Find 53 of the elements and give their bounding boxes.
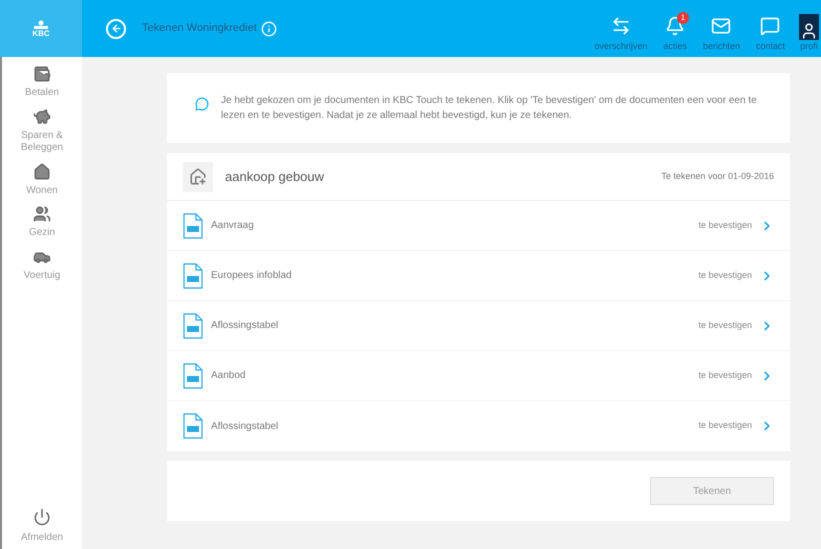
people-icon: [33, 205, 51, 223]
group-title: aankoop gebouw: [225, 168, 324, 186]
speech-bubbles-icon: [760, 16, 780, 36]
bell-icon: [665, 16, 686, 36]
house-badge-icon: [183, 162, 213, 192]
document-row[interactable]: Europees infoblad te bevestigen: [167, 251, 790, 301]
pdf-file-icon: [183, 362, 203, 388]
profile-button[interactable]: profi: [797, 14, 821, 53]
house-icon: [33, 162, 51, 180]
pdf-file-icon: [183, 312, 203, 338]
sidebar-item[interactable]: Voertuig: [7, 248, 77, 282]
info-icon[interactable]: [260, 20, 277, 36]
document-name: Aanbod: [211, 369, 246, 383]
page-title: Tekenen Woningkrediet: [142, 21, 257, 36]
document-name: Aflossingstabel: [211, 319, 278, 333]
back-button[interactable]: [106, 18, 126, 38]
arrows-icon: [610, 16, 631, 36]
sidebar-item[interactable]: Betalen: [7, 65, 77, 100]
nav-button[interactable]: overschrijven: [590, 16, 652, 53]
logo-text: KBC: [32, 30, 50, 38]
nav-button[interactable]: contact: [752, 16, 789, 53]
logout-button[interactable]: Afmelden: [20, 508, 64, 545]
speech-bubble-icon: [195, 97, 209, 111]
notification-badge: 1: [676, 12, 689, 24]
logo[interactable]: KBC: [0, 0, 82, 57]
envelope-icon: [711, 16, 732, 36]
document-name: Aflossingstabel: [211, 420, 278, 434]
sidebar-item[interactable]: Sparen & Beleggen: [7, 108, 77, 154]
document-name: Aanvraag: [211, 219, 254, 233]
logo-figure-icon: [33, 20, 49, 30]
left-arrow-icon: [110, 23, 122, 34]
pdf-file-icon: [183, 262, 203, 288]
document-name: Europees infoblad: [211, 269, 292, 283]
status-text: te bevestigen: [698, 419, 752, 432]
power-icon: [33, 508, 51, 526]
status-text: te bevestigen: [698, 218, 752, 232]
document-row[interactable]: Aanbod te bevestigen: [167, 351, 790, 401]
pdf-file-icon: [183, 212, 203, 238]
avatar-icon: [799, 14, 819, 40]
pdf-file-icon: [183, 413, 203, 439]
sidebar-item[interactable]: Wonen: [7, 162, 77, 197]
sidebar-item[interactable]: Gezin: [7, 205, 77, 240]
status-text: te bevestigen: [698, 268, 752, 282]
wallet-icon: [33, 65, 51, 83]
status-text: te bevestigen: [698, 318, 752, 332]
document-row[interactable]: Aanvraag te bevestigen: [167, 201, 790, 251]
deadline-text: Te tekenen voor 01-09-2016: [661, 170, 774, 183]
piggy-bank-icon: [33, 108, 51, 126]
status-text: te bevestigen: [698, 368, 752, 382]
nav-button[interactable]: berichten: [698, 16, 744, 53]
document-row[interactable]: Aflossingstabel te bevestigen: [167, 301, 790, 351]
document-row[interactable]: Aflossingstabel te bevestigen: [167, 401, 790, 451]
info-text: Je hebt gekozen om je documenten in KBC Touch te tekenen. Klik op 'Te bevestigen' om de documenten een voor een te lezen en te bevestigen. Nadat je ze allemaal hebt bevestigd, kun je ze tekenen.: [221, 94, 758, 123]
